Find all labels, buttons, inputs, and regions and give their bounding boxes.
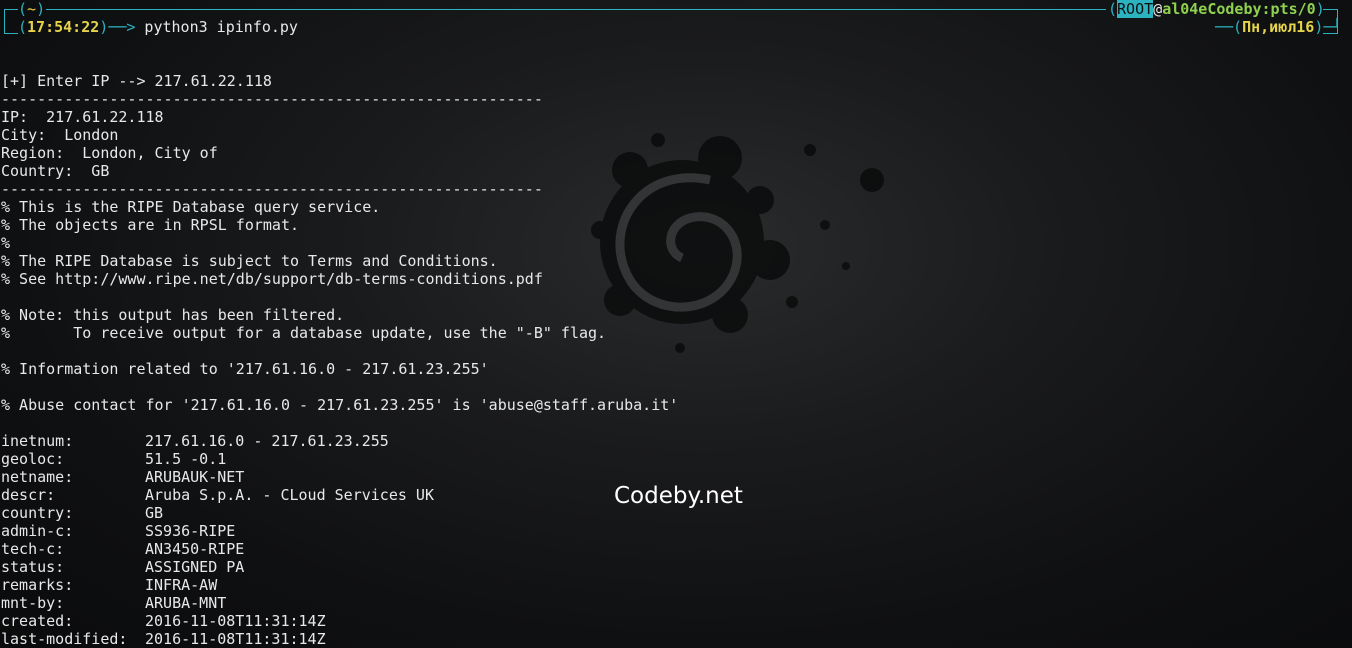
time-close-paren: ) (99, 18, 109, 36)
output-line: % See http://www.ripe.net/db/support/db-… (1, 270, 543, 288)
output-line: % Abuse contact for '217.61.16.0 - 217.6… (1, 396, 679, 414)
date-indicator: ──(Пн,июл16)─┘ (1215, 18, 1342, 36)
whois-value: 51.5 -0.1 (145, 450, 227, 468)
whois-value: 2016-11-08T11:31:14Z (145, 630, 326, 648)
whois-value: GB (145, 504, 164, 522)
whois-row: netname: ARUBAUK-NET (1, 468, 678, 486)
prompt-arrow: ──> (108, 18, 136, 36)
root-badge: ROOT (1117, 0, 1154, 18)
host-name: al04eCodeby:pts/0 (1162, 0, 1316, 18)
output-line: % Information related to '217.61.16.0 - … (1, 360, 489, 378)
output-line: % To receive output for a database updat… (1, 324, 607, 342)
prompt-time: 17:54:22 (27, 18, 100, 36)
prompt-frame-top-left (4, 9, 18, 10)
output-line: IP: 217.61.22.118 (1, 108, 164, 126)
whois-key: inetnum: (1, 432, 74, 450)
whois-row: status: ASSIGNED PA (1, 558, 678, 576)
whois-row: last-modified: 2016-11-08T11:31:14Z (1, 630, 678, 648)
prompt-date: Пн,июл16 (1242, 18, 1315, 36)
output-line: % Note: this output has been filtered. (1, 306, 345, 324)
whois-value: 2016-11-08T11:31:14Z (145, 612, 326, 630)
whois-row: admin-c: SS936-RIPE (1, 522, 678, 540)
whois-row: geoloc: 51.5 -0.1 (1, 450, 678, 468)
prompt-frame-top-line (46, 9, 1106, 10)
whois-value: SS936-RIPE (145, 522, 236, 540)
prompt-line: (17:54:22)──> python3 ipinfo.py (18, 18, 298, 36)
output-line: Country: GB (1, 162, 110, 180)
whois-value: ASSIGNED PA (145, 558, 245, 576)
whois-value: Aruba S.p.A. - CLoud Services UK (145, 486, 434, 504)
whois-key: admin-c: (1, 522, 74, 540)
prompt-bar: (~) (17:54:22)──> python3 ipinfo.py (ROO… (0, 0, 1352, 40)
whois-value: INFRA-AW (145, 576, 218, 594)
whois-key: last-modified: (1, 630, 128, 648)
whois-key: descr: (1, 486, 56, 504)
prompt-frame-left (4, 9, 5, 34)
output-line: % The RIPE Database is subject to Terms … (1, 252, 498, 270)
whois-value: ARUBAUK-NET (145, 468, 245, 486)
host-indicator: (ROOT@al04eCodeby:pts/0) (1108, 0, 1325, 18)
terminal-output[interactable]: [+] Enter IP --> 217.61.22.118 ---------… (1, 72, 678, 648)
whois-key: tech-c: (1, 540, 65, 558)
command-text: python3 ipinfo.py (135, 18, 298, 36)
output-line: City: London (1, 126, 119, 144)
whois-key: status: (1, 558, 65, 576)
whois-value: ARUBA-MNT (145, 594, 227, 612)
output-line: [+] Enter IP --> 217.61.22.118 (1, 72, 272, 90)
whois-key: mnt-by: (1, 594, 65, 612)
whois-value: AN3450-RIPE (145, 540, 245, 558)
whois-key: created: (1, 612, 74, 630)
whois-row: country: GB (1, 504, 678, 522)
prompt-frame-bottom-left (4, 33, 18, 34)
whois-key: remarks: (1, 576, 74, 594)
whois-key: geoloc: (1, 450, 65, 468)
output-line: % (1, 234, 11, 252)
whois-value: 217.61.16.0 - 217.61.23.255 (145, 432, 389, 450)
whois-row: descr: Aruba S.p.A. - CLoud Services UK (1, 486, 678, 504)
whois-row: inetnum: 217.61.16.0 - 217.61.23.255 (1, 432, 678, 450)
whois-row: tech-c: AN3450-RIPE (1, 540, 678, 558)
prompt-frame-top-right (1323, 9, 1337, 10)
separator-line: ----------------------------------------… (1, 90, 543, 108)
output-line: % The objects are in RPSL format. (1, 216, 300, 234)
watermark-text: Codeby.net (614, 483, 743, 509)
cwd-indicator: (~) (18, 0, 46, 18)
output-line: % This is the RIPE Database query servic… (1, 198, 381, 216)
output-line: Region: London, City of (1, 144, 218, 162)
host-at: @ (1153, 0, 1163, 18)
terminal-window[interactable]: (~) (17:54:22)──> python3 ipinfo.py (ROO… (0, 0, 1352, 648)
whois-row: remarks: INFRA-AW (1, 576, 678, 594)
whois-row: mnt-by: ARUBA-MNT (1, 594, 678, 612)
whois-row: created: 2016-11-08T11:31:14Z (1, 612, 678, 630)
whois-key: country: (1, 504, 74, 522)
separator-line: ----------------------------------------… (1, 180, 543, 198)
whois-key: netname: (1, 468, 74, 486)
time-open-paren: ( (18, 18, 28, 36)
